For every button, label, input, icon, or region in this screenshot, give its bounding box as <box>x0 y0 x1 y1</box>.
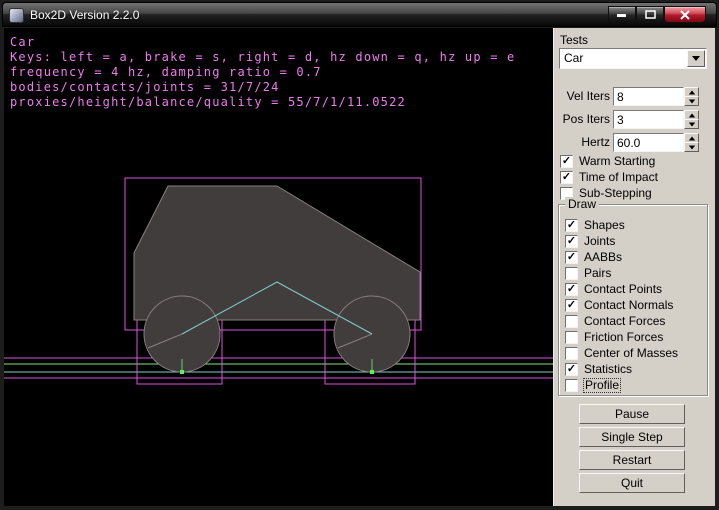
arrow-up-icon <box>688 113 694 117</box>
draw-group-box: Draw ✓ Shapes ✓ Joints ✓ AABBs Pairs ✓ C… <box>558 204 708 396</box>
checkbox-label: Warm Starting <box>579 155 655 168</box>
checkbox-box: ✓ <box>565 283 578 296</box>
single-step-button[interactable]: Single Step <box>579 427 685 447</box>
window-title: Box2D Version 2.2.0 <box>30 8 139 22</box>
app-icon <box>9 8 24 23</box>
maximize-icon <box>645 10 656 19</box>
hertz-row: Hertz <box>554 133 714 152</box>
control-panel: Tests Car Vel Iters Pos Iters Hert <box>553 28 715 506</box>
checkbox-box: ✓ <box>560 171 573 184</box>
close-button[interactable] <box>664 6 706 23</box>
pos-iters-spinner <box>684 110 699 129</box>
checkbox-box: ✓ <box>565 363 578 376</box>
arrow-up-icon <box>688 136 694 140</box>
arrow-down-icon <box>688 99 694 103</box>
vel-iters-input[interactable] <box>613 87 684 106</box>
checkbox-label: AABBs <box>584 251 622 264</box>
checkbox-label: Friction Forces <box>584 331 663 344</box>
checkbox-label: Contact Points <box>584 283 662 296</box>
overlay-proxies: proxies/height/balance/quality = 55/7/1/… <box>10 95 406 109</box>
restart-button[interactable]: Restart <box>579 450 685 470</box>
overlay-frequency: frequency = 4 hz, damping ratio = 0.7 <box>10 65 322 79</box>
tests-label: Tests <box>560 33 588 47</box>
checkbox-label: Contact Forces <box>584 315 665 328</box>
hertz-label: Hertz <box>554 135 610 149</box>
pos-iters-label: Pos Iters <box>554 112 610 126</box>
quit-button[interactable]: Quit <box>579 473 685 493</box>
chevron-down-icon <box>692 56 700 61</box>
tests-dropdown-value: Car <box>564 51 583 65</box>
draw-group-label: Draw <box>565 197 599 211</box>
overlay-test-name: Car <box>10 35 35 49</box>
checkbox-box: ✓ <box>565 251 578 264</box>
title-bar[interactable]: Box2D Version 2.2.0 <box>2 2 717 27</box>
arrow-down-icon <box>688 145 694 149</box>
checkbox-box: ✓ <box>565 219 578 232</box>
application-window: Box2D Version 2.2.0 <box>0 0 719 510</box>
close-icon <box>680 10 690 20</box>
pause-button[interactable]: Pause <box>579 404 685 424</box>
checkbox-label: Time of Impact <box>579 171 658 184</box>
checkbox-label: Contact Normals <box>584 299 673 312</box>
checkbox-box <box>565 347 578 360</box>
pos-iters-down-button[interactable] <box>684 119 699 129</box>
vel-iters-spinner <box>684 87 699 106</box>
vel-iters-row: Vel Iters <box>554 87 714 106</box>
checkbox-box <box>565 379 578 392</box>
checkbox-label: Statistics <box>584 363 632 376</box>
checkbox-box: ✓ <box>560 155 573 168</box>
tests-dropdown[interactable]: Car <box>559 48 707 69</box>
overlay-keys: Keys: left = a, brake = s, right = d, hz… <box>10 50 515 64</box>
checkbox-label: Shapes <box>584 219 625 232</box>
arrow-up-icon <box>688 90 694 94</box>
physics-canvas[interactable]: Car Keys: left = a, brake = s, right = d… <box>4 28 553 506</box>
pos-iters-input[interactable] <box>613 110 684 129</box>
left-contact-point <box>180 370 184 374</box>
overlay-bodies: bodies/contacts/joints = 31/7/24 <box>10 80 280 94</box>
checkbox-label: Pairs <box>584 267 611 280</box>
checkbox-box: ✓ <box>565 299 578 312</box>
checkbox-box: ✓ <box>565 235 578 248</box>
checkbox-box <box>565 315 578 328</box>
checkbox-box <box>565 331 578 344</box>
vel-iters-down-button[interactable] <box>684 96 699 106</box>
hertz-down-button[interactable] <box>684 142 699 152</box>
vel-iters-label: Vel Iters <box>554 89 610 103</box>
right-contact-point <box>370 370 374 374</box>
arrow-down-icon <box>688 122 694 126</box>
hertz-spinner <box>684 133 699 152</box>
checkbox-label: Center of Masses <box>584 347 678 360</box>
maximize-button[interactable] <box>636 6 664 23</box>
minimize-button[interactable] <box>608 6 636 23</box>
checkbox-box <box>565 267 578 280</box>
hertz-input[interactable] <box>613 133 684 152</box>
checkbox-label: Profile <box>584 379 620 392</box>
checkbox-label: Joints <box>584 235 615 248</box>
tests-dropdown-arrow-button[interactable] <box>687 50 705 67</box>
minimize-icon <box>617 12 627 18</box>
pos-iters-row: Pos Iters <box>554 110 714 129</box>
